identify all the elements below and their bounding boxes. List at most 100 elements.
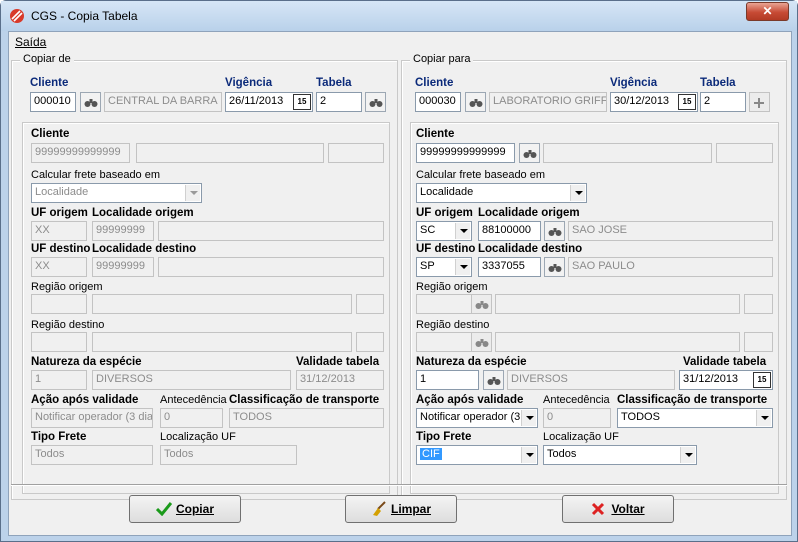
classif-select[interactable]: TODOS — [617, 408, 773, 428]
regiao-origem-code — [416, 294, 472, 314]
acao-select[interactable]: Notificar operador (3 — [416, 408, 538, 428]
chevron-down-icon — [680, 447, 695, 463]
binoculars-icon — [475, 339, 489, 347]
copiar-button[interactable]: Copiar — [129, 495, 241, 523]
uf-origem-field: XX — [31, 221, 87, 241]
tipo-frete-label: Tipo Frete — [31, 431, 87, 443]
detail-cliente-label: Cliente — [31, 128, 70, 140]
voltar-button-label: Voltar — [611, 502, 645, 516]
footer-divider — [11, 484, 787, 486]
uf-origem-label: UF origem — [31, 207, 88, 219]
menu-bar: Saída — [9, 32, 791, 51]
chevron-down-icon — [455, 223, 470, 239]
chevron-down-icon — [455, 259, 470, 275]
tipo-frete-label: Tipo Frete — [416, 431, 472, 443]
regiao-destino-lookup-button[interactable] — [471, 332, 492, 352]
binoculars-icon — [487, 377, 501, 385]
copiar-para-title: Copiar para — [410, 53, 474, 65]
regiao-origem-lookup-button[interactable] — [471, 294, 492, 314]
loc-uf-label: Localização UF — [160, 431, 236, 443]
calc-frete-select[interactable]: Localidade — [416, 183, 587, 203]
detail-cliente-input[interactable]: 99999999999999 — [416, 143, 515, 163]
acao-field: Notificar operador (3 dias — [31, 408, 153, 428]
tabela-input[interactable]: 2 — [700, 92, 746, 112]
binoculars-icon — [369, 99, 383, 107]
cliente-label: Cliente — [415, 77, 454, 89]
close-button[interactable]: ✕ — [746, 2, 789, 21]
calendar-icon[interactable]: 15 — [293, 94, 311, 110]
natureza-label: Natureza da espécie — [416, 356, 527, 368]
antecedencia-field: 0 — [543, 408, 611, 428]
detail-cliente-lookup-button[interactable] — [519, 143, 540, 163]
loc-destino-field: 99999999 — [92, 257, 154, 277]
voltar-button[interactable]: Voltar — [562, 495, 674, 523]
loc-origem-input[interactable]: 88100000 — [478, 221, 541, 241]
natureza-name-field: DIVERSOS — [507, 370, 675, 390]
detail-cliente-extra — [716, 143, 773, 163]
calendar-icon[interactable]: 15 — [753, 372, 771, 388]
calc-frete-label: Calcular frete baseado em — [31, 169, 161, 181]
chevron-down-icon — [756, 410, 771, 426]
cliente-code-input[interactable]: 000010 — [30, 92, 76, 112]
loc-origem-name — [158, 221, 384, 241]
classif-field: TODOS — [229, 408, 384, 428]
loc-destino-label: Localidade destino — [478, 243, 583, 255]
checkmark-icon — [156, 502, 172, 516]
loc-uf-select[interactable]: Todos — [543, 445, 697, 465]
regiao-origem-label: Região origem — [416, 281, 488, 293]
calc-frete-select: Localidade — [31, 183, 202, 203]
detail-cliente-extra — [328, 143, 384, 163]
copiar-de-details: Cliente 99999999999999 Calcular frete ba… — [22, 122, 390, 494]
regiao-origem-name — [495, 294, 740, 314]
tabela-input[interactable]: 2 — [316, 92, 362, 112]
validade-field: 31/12/2013 — [296, 370, 384, 390]
acao-label: Ação após validade — [416, 394, 524, 406]
antecedencia-label: Antecedência — [160, 394, 227, 406]
loc-origem-label: Localidade origem — [92, 207, 194, 219]
tipo-frete-select[interactable]: CIF — [416, 445, 538, 465]
menu-item-saida[interactable]: Saída — [15, 35, 46, 49]
validade-label: Validade tabela — [296, 356, 380, 368]
detail-cliente-label: Cliente — [416, 128, 455, 140]
copiar-de-group: Copiar de Cliente 000010 CENTRAL DA BARR… — [11, 53, 398, 500]
antecedencia-label: Antecedência — [543, 394, 610, 406]
title-bar: CGS - Copia Tabela ✕ — [1, 1, 797, 31]
red-x-icon — [591, 502, 605, 516]
regiao-origem-code — [31, 294, 87, 314]
copiar-para-group: Copiar para Cliente 000030 LABORATORIO G… — [401, 53, 787, 500]
calc-frete-label: Calcular frete baseado em — [416, 169, 546, 181]
cliente-code-input[interactable]: 000030 — [415, 92, 461, 112]
natureza-code-field: 1 — [31, 370, 87, 390]
binoculars-icon — [84, 99, 98, 107]
cliente-name-field: LABORATORIO GRIFFI — [489, 92, 607, 112]
uf-origem-select[interactable]: SC — [416, 221, 472, 241]
loc-origem-lookup-button[interactable] — [544, 221, 565, 241]
loc-destino-name — [158, 257, 384, 277]
binoculars-icon — [548, 228, 562, 236]
natureza-code-input[interactable]: 1 — [416, 370, 479, 390]
app-logo-icon — [10, 9, 24, 23]
loc-origem-name: SAO JOSE — [568, 221, 773, 241]
tabela-lookup-button[interactable] — [365, 92, 386, 112]
regiao-origem-name — [92, 294, 352, 314]
binoculars-icon — [469, 99, 483, 107]
classif-label: Classificação de transporte — [617, 394, 768, 406]
loc-uf-field: Todos — [160, 445, 297, 465]
cliente-lookup-button[interactable] — [465, 92, 486, 112]
tabela-add-button[interactable] — [749, 92, 770, 112]
cliente-name-field: CENTRAL DA BARRA M — [104, 92, 222, 112]
tabela-label: Tabela — [316, 77, 352, 89]
limpar-button[interactable]: Limpar — [345, 495, 457, 523]
natureza-label: Natureza da espécie — [31, 356, 142, 368]
binoculars-icon — [548, 264, 562, 272]
validade-label: Validade tabela — [683, 356, 767, 368]
calendar-icon[interactable]: 15 — [678, 94, 696, 110]
loc-destino-lookup-button[interactable] — [544, 257, 565, 277]
natureza-lookup-button[interactable] — [483, 370, 504, 390]
window-client: Saída Copiar de Cliente 000010 CENTRAL D… — [8, 31, 792, 536]
regiao-destino-name — [92, 332, 352, 352]
cliente-lookup-button[interactable] — [80, 92, 101, 112]
limpar-button-label: Limpar — [390, 502, 431, 516]
uf-destino-select[interactable]: SP — [416, 257, 472, 277]
loc-destino-input[interactable]: 3337055 — [478, 257, 541, 277]
